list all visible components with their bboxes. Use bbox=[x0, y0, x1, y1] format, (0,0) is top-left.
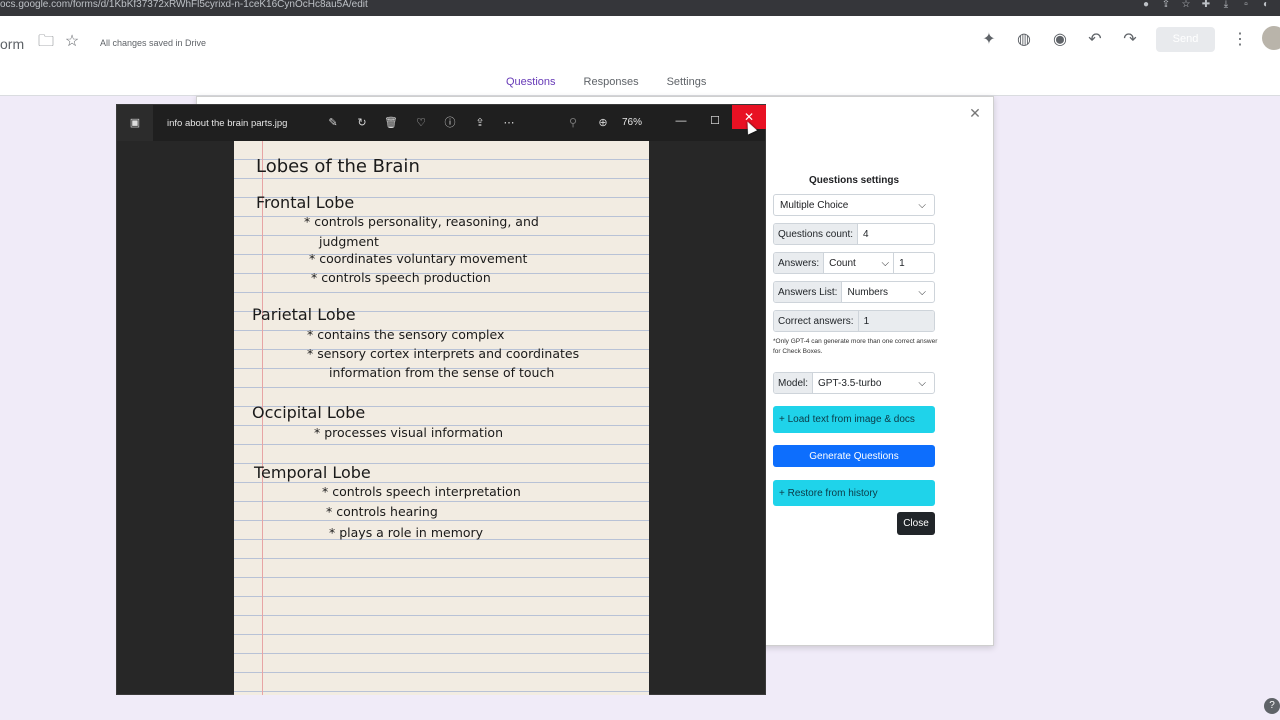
edit-image-icon[interactable]: ✎ bbox=[324, 114, 342, 132]
chevron-down-icon: ⌵ bbox=[881, 257, 890, 269]
close-icon[interactable]: ✕ bbox=[967, 105, 983, 121]
note-line: * controls personality, reasoning, and bbox=[304, 214, 539, 229]
delete-icon[interactable]: 🗑 bbox=[382, 114, 400, 132]
browser-icons: ● ⇪ ☆ ✚ ⤓ ▫ ◐ bbox=[1140, 0, 1272, 10]
preview-eye-icon[interactable]: ◉ bbox=[1048, 28, 1072, 52]
gpt4-note: *Only GPT-4 can generate more than one c… bbox=[773, 338, 938, 355]
viewer-titlebar: ▣ info about the brain parts.jpg ✎ ↻ 🗑 ♡… bbox=[117, 105, 766, 141]
answers-label: Answers: bbox=[774, 253, 825, 273]
section-heading: Parietal Lobe bbox=[252, 305, 356, 324]
tab-questions[interactable]: Questions bbox=[500, 74, 562, 99]
share-icon[interactable]: ⇪ bbox=[471, 114, 489, 132]
questions-count-group: Questions count: 4 bbox=[773, 223, 935, 245]
forms-header: orm 🗀 ☆ All changes saved in Drive ✦ ◍ ◉… bbox=[0, 16, 1280, 99]
zoom-out-icon[interactable]: ⚲ bbox=[564, 114, 582, 132]
close-button[interactable]: Close bbox=[897, 512, 935, 535]
zoom-in-icon[interactable]: ⊕ bbox=[594, 114, 612, 132]
tab-responses[interactable]: Responses bbox=[578, 74, 645, 90]
answers-value-input[interactable]: 1 bbox=[894, 253, 934, 273]
answers-group: Answers: Count ⌵ 1 bbox=[773, 252, 935, 274]
photo-viewer-window: ▣ info about the brain parts.jpg ✎ ↻ 🗑 ♡… bbox=[116, 104, 766, 695]
model-label: Model: bbox=[774, 373, 814, 393]
browser-toolbar: ocs.google.com/forms/d/1KbKf37372xRWhFl5… bbox=[0, 0, 1280, 16]
viewer-filename: info about the brain parts.jpg bbox=[167, 118, 288, 129]
answers-list-value: Numbers bbox=[847, 286, 889, 298]
download-icon[interactable]: ⤓ bbox=[1220, 0, 1232, 10]
section-heading: Occipital Lobe bbox=[252, 403, 366, 422]
notebook-photo: Lobes of the Brain Frontal Lobe * contro… bbox=[234, 141, 649, 695]
form-title[interactable]: orm bbox=[0, 36, 24, 52]
chevron-down-icon: ⌵ bbox=[918, 377, 926, 389]
restore-history-button[interactable]: + Restore from history bbox=[773, 480, 935, 506]
note-line: * processes visual information bbox=[314, 425, 503, 440]
chevron-down-icon: ⌵ bbox=[918, 199, 926, 211]
maximize-icon[interactable]: ☐ bbox=[705, 111, 725, 131]
profile-icon[interactable]: ◐ bbox=[1260, 0, 1272, 10]
correct-answers-label: Correct answers: bbox=[774, 311, 859, 331]
address-bar[interactable]: ocs.google.com/forms/d/1KbKf37372xRWhFl5… bbox=[0, 0, 368, 10]
google-icon[interactable]: ● bbox=[1140, 0, 1152, 10]
load-text-button[interactable]: + Load text from image & docs bbox=[773, 406, 935, 433]
note-line: * controls speech production bbox=[311, 270, 491, 285]
note-line: * plays a role in memory bbox=[329, 525, 484, 540]
info-icon[interactable]: ⓘ bbox=[441, 114, 459, 132]
answers-list-group: Answers List: Numbers ⌵ bbox=[773, 281, 935, 303]
section-heading: Temporal Lobe bbox=[254, 463, 371, 482]
star-icon[interactable]: ☆ bbox=[62, 32, 82, 52]
model-value: GPT-3.5-turbo bbox=[818, 377, 882, 389]
send-button[interactable]: Send bbox=[1156, 27, 1215, 52]
save-status: All changes saved in Drive bbox=[100, 38, 207, 48]
note-line: * coordinates voluntary movement bbox=[309, 251, 528, 266]
bookmark-star-icon[interactable]: ☆ bbox=[1180, 0, 1192, 10]
more-vert-icon[interactable]: ⋮ bbox=[1230, 28, 1250, 52]
question-type-select[interactable]: Multiple Choice ⌵ bbox=[773, 194, 935, 216]
question-type-value: Multiple Choice bbox=[780, 199, 849, 211]
minimize-icon[interactable]: — bbox=[671, 111, 691, 131]
zoom-level[interactable]: 76% bbox=[622, 117, 642, 128]
model-group: Model: GPT-3.5-turbo ⌵ bbox=[773, 372, 935, 394]
note-line: judgment bbox=[319, 234, 379, 249]
tab-settings[interactable]: Settings bbox=[661, 74, 713, 90]
correct-answers-group: Correct answers: 1 bbox=[773, 310, 935, 332]
questions-count-label: Questions count: bbox=[774, 224, 859, 244]
section-heading: Frontal Lobe bbox=[256, 193, 355, 212]
note-line: * controls hearing bbox=[326, 504, 438, 519]
answers-mode-value: Count bbox=[829, 257, 856, 269]
more-icon[interactable]: ⋯ bbox=[500, 114, 518, 132]
rotate-icon[interactable]: ↻ bbox=[353, 114, 371, 132]
avatar[interactable] bbox=[1262, 26, 1280, 50]
tab-icon[interactable]: ▫ bbox=[1240, 0, 1252, 10]
photo-title: Lobes of the Brain bbox=[256, 156, 420, 177]
note-line: * contains the sensory complex bbox=[307, 327, 505, 342]
share-page-icon[interactable]: ⇪ bbox=[1160, 0, 1172, 10]
questions-count-input[interactable]: 4 bbox=[858, 224, 934, 244]
note-line: * controls speech interpretation bbox=[322, 484, 521, 499]
chevron-down-icon: ⌵ bbox=[918, 286, 926, 298]
undo-icon[interactable]: ↶ bbox=[1083, 28, 1107, 52]
note-line: information from the sense of touch bbox=[329, 365, 555, 380]
form-tabs: Questions Responses Settings bbox=[500, 74, 713, 99]
palette-icon[interactable]: ◍ bbox=[1012, 28, 1036, 52]
favorite-icon[interactable]: ♡ bbox=[412, 114, 430, 132]
generate-questions-button[interactable]: Generate Questions bbox=[773, 445, 935, 467]
answers-list-select[interactable]: Numbers ⌵ bbox=[842, 282, 934, 302]
answers-mode-select[interactable]: Count ⌵ bbox=[824, 253, 895, 273]
note-line: * sensory cortex interprets and coordina… bbox=[307, 346, 580, 361]
help-icon[interactable]: ? bbox=[1264, 698, 1280, 714]
model-select[interactable]: GPT-3.5-turbo ⌵ bbox=[813, 373, 934, 393]
correct-answers-input[interactable]: 1 bbox=[858, 311, 934, 331]
photos-app-icon[interactable]: ▣ bbox=[117, 105, 153, 141]
redo-icon[interactable]: ↷ bbox=[1118, 28, 1142, 52]
addon-puzzle-icon[interactable]: ✦ bbox=[977, 28, 1001, 52]
folder-icon[interactable]: 🗀 bbox=[36, 32, 56, 52]
extensions-icon[interactable]: ✚ bbox=[1200, 0, 1212, 10]
settings-title: Questions settings bbox=[808, 175, 899, 186]
answers-list-label: Answers List: bbox=[774, 282, 843, 302]
